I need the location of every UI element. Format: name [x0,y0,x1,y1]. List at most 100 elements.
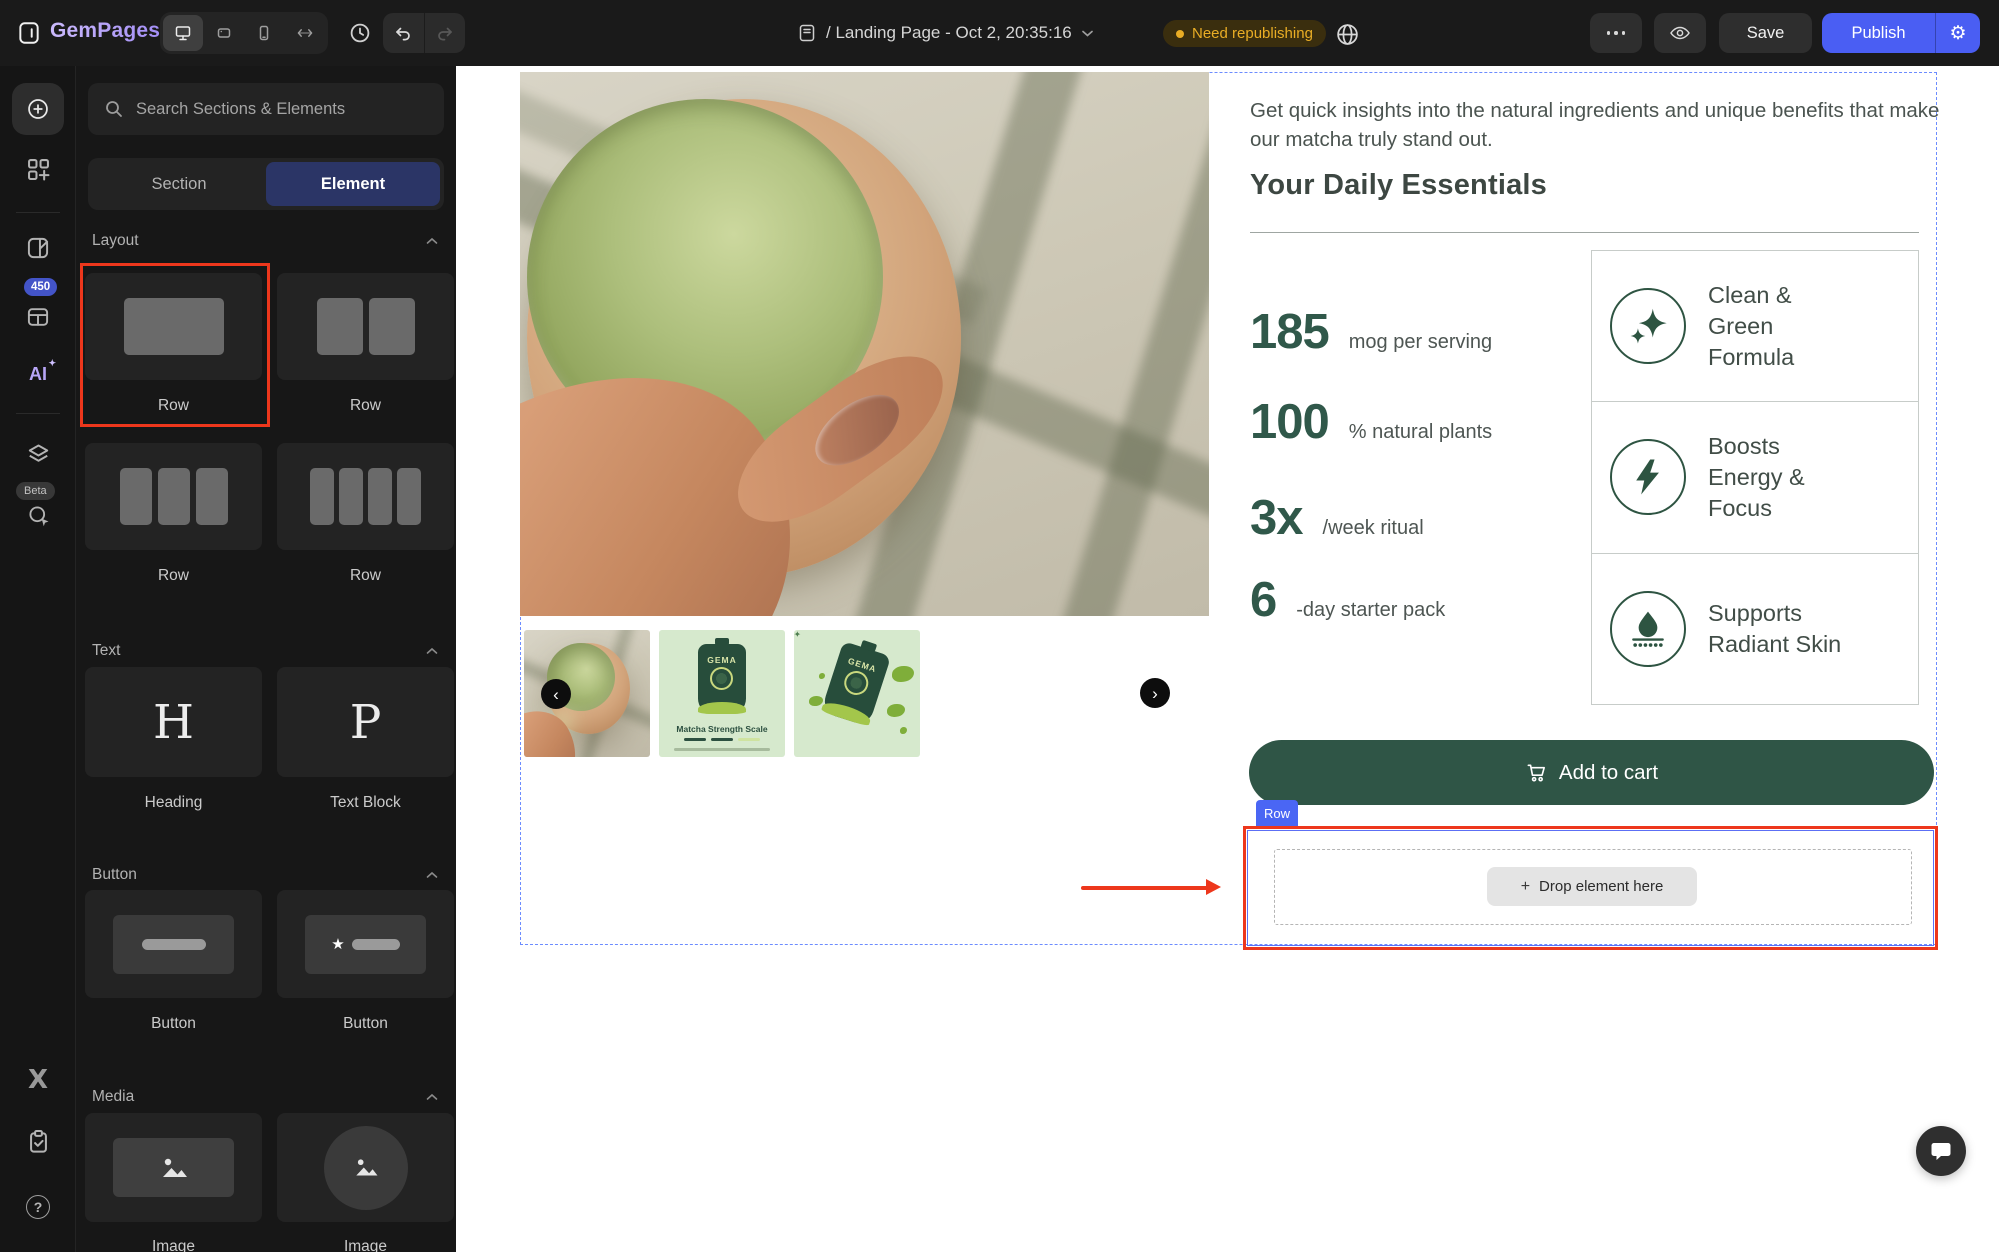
interactions-rail-button[interactable] [0,503,76,528]
element-heading[interactable]: H [85,667,262,777]
x-social-rail-button[interactable]: X [0,1065,76,1095]
photo-shadow [1030,72,1209,616]
chevron-up-icon[interactable] [426,1093,438,1101]
feature-card-energy-focus[interactable]: Boosts Energy & Focus [1592,401,1918,552]
version-history-icon[interactable] [340,13,380,53]
product-intro-text[interactable]: Get quick insights into the natural ingr… [1250,96,1950,154]
stat-row[interactable]: 100 % natural plants [1250,394,1492,454]
splash-shape [819,673,825,679]
status-badge-label: Need republishing [1192,25,1313,42]
lightning-icon [1610,439,1686,515]
group-title-layout: Layout [92,232,139,250]
stat-value: 6 [1250,572,1276,628]
stat-row[interactable]: 6 -day starter pack [1250,572,1445,632]
theme-styles-rail-button[interactable] [0,235,76,261]
add-element-rail-button[interactable] [0,83,76,135]
add-to-cart-label: Add to cart [1559,761,1658,785]
add-to-cart-button[interactable]: Add to cart [1249,740,1934,805]
templates-rail-button[interactable] [0,304,76,330]
row-preview-shape [339,468,363,525]
publish-button[interactable]: Publish [1822,13,1935,53]
element-image-circle[interactable] [277,1113,454,1222]
element-label: Heading [85,794,262,812]
device-desktop-icon[interactable] [163,15,203,51]
element-image[interactable] [85,1113,262,1222]
more-options-button[interactable] [1590,13,1642,53]
undo-redo-group [383,13,465,53]
button-pill-shape [142,939,206,950]
more-options-icon [1607,31,1626,35]
carousel-next-button[interactable]: › [1140,678,1170,708]
device-switcher [160,12,328,54]
publish-settings-button[interactable]: ⚙ [1935,13,1980,53]
device-laptop-icon[interactable] [204,15,244,51]
product-heading[interactable]: Your Daily Essentials [1250,169,1547,202]
row-element-badge[interactable]: Row [1256,800,1298,826]
tab-element[interactable]: Element [266,162,440,206]
feature-card-radiant-skin[interactable]: Supports Radiant Skin [1592,553,1918,704]
support-chat-button[interactable] [1916,1126,1966,1176]
element-row-2col[interactable] [277,273,454,380]
strength-scale-caption: Matcha Strength Scale [659,724,785,734]
text-block-glyph: P [350,695,382,750]
top-bar: GemPages 7 [0,0,1999,66]
product-main-image[interactable] [520,72,1209,616]
pouch-brand-label: GEMA [698,655,746,665]
drop-skin-icon [1610,591,1686,667]
view-live-globe-icon[interactable] [1334,21,1360,47]
feature-card-clean-formula[interactable]: Clean & Green Formula [1592,251,1918,401]
stat-row[interactable]: 3x /week ritual [1250,490,1424,550]
breadcrumb[interactable]: / Landing Page - Oct 2, 20:35:16 [797,0,1094,66]
logo-wordmark[interactable]: GemPages 7 [50,19,178,43]
carousel-prev-button[interactable]: ‹ [541,679,571,709]
annotation-arrow-head [1206,879,1221,895]
annotation-arrow [1081,886,1209,890]
stat-value: 100 [1250,394,1329,450]
pouch-emblem [841,668,871,698]
pouch-shape: GEMA [698,644,746,714]
gallery-thumbnail-3[interactable]: GEMA [794,630,920,757]
element-text-block[interactable]: P [277,667,454,777]
redo-button[interactable] [424,13,466,53]
plus-circle-icon [12,83,64,135]
feature-title: Supports Radiant Skin [1708,598,1841,660]
sections-library-rail-button[interactable] [0,156,76,183]
gallery-thumbnail-2[interactable]: GEMA Matcha Strength Scale [659,630,785,757]
stat-row[interactable]: 185 mog per serving [1250,304,1492,364]
rail-divider [16,212,60,213]
element-button-icon[interactable] [277,890,454,998]
tab-section[interactable]: Section [92,162,266,206]
beta-badge: Beta [16,482,55,500]
checklist-rail-button[interactable] [0,1128,76,1155]
layers-rail-button[interactable] [0,442,76,467]
page-canvas[interactable]: GEMA Matcha Strength Scale GEMA ‹ [456,66,1999,1252]
save-button[interactable]: Save [1719,13,1812,53]
device-responsive-icon[interactable] [285,15,325,51]
element-button[interactable] [85,890,262,998]
status-dot [1176,30,1184,38]
layout-table-icon [25,304,51,330]
element-row-4col[interactable] [277,443,454,550]
row-preview-shape [317,298,363,355]
element-row-3col[interactable] [85,443,262,550]
device-mobile-icon[interactable] [245,15,285,51]
grid-add-icon [25,156,52,183]
stat-unit: mog per serving [1349,331,1492,354]
undo-button[interactable] [383,13,424,53]
ai-assistant-rail-button[interactable]: AI [0,364,76,385]
plus-icon: + [1521,878,1530,896]
chevron-up-icon[interactable] [426,871,438,879]
element-label: Text Block [277,794,454,812]
gempages-logo-icon[interactable] [16,20,42,46]
pouch-strip-shape [820,699,872,726]
search-input[interactable] [136,100,428,119]
row-preview-shape [196,468,228,525]
preview-button[interactable] [1654,13,1706,53]
splash-shape [809,696,823,706]
chevron-up-icon[interactable] [426,237,438,245]
drop-element-button[interactable]: + Drop element here [1487,867,1697,906]
help-rail-button[interactable]: ? [0,1195,76,1219]
click-target-icon [26,503,51,528]
chevron-up-icon[interactable] [426,647,438,655]
search-icon [104,99,124,119]
